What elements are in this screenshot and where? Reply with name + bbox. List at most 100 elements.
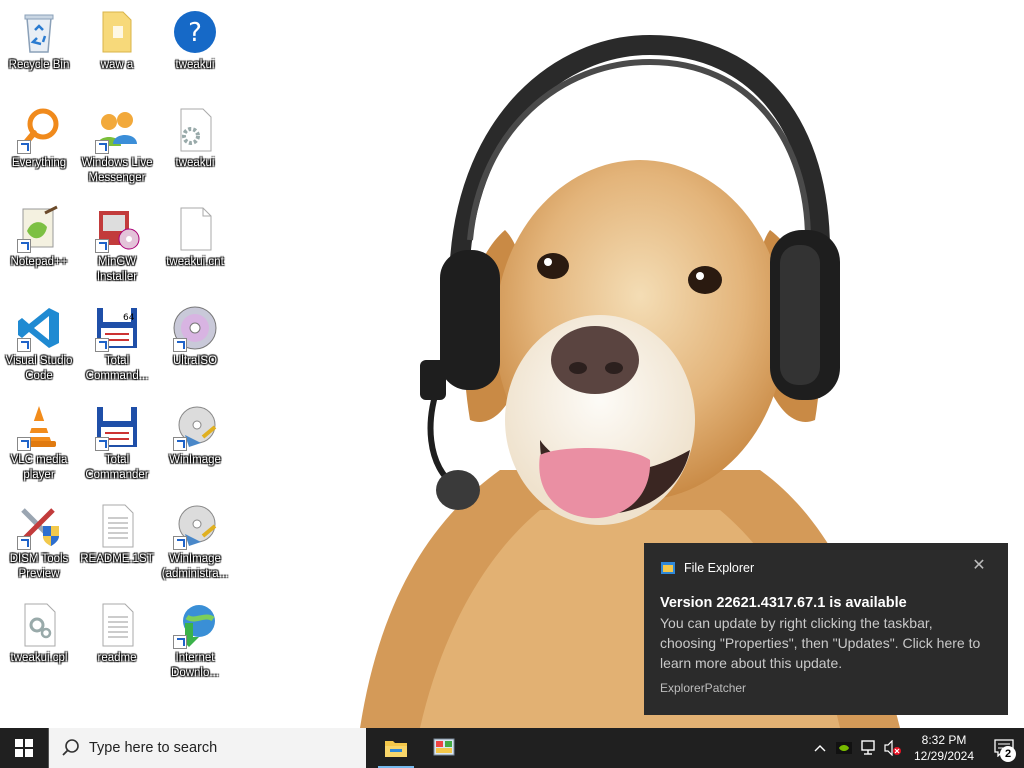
desktop-icon-readme[interactable]: readme: [78, 601, 156, 666]
icon-label: MinGW Installer: [96, 256, 138, 283]
winimage-disc-icon: [171, 502, 219, 550]
shortcut-arrow-icon: [173, 635, 187, 649]
action-center-button[interactable]: 2: [984, 728, 1024, 768]
icon-label: WinImage (administra...: [161, 553, 229, 580]
text-file-icon: [93, 601, 141, 649]
desktop: Recycle Bin Everything Notepad++ Visual …: [0, 0, 1024, 728]
messenger-icon: [93, 106, 141, 154]
file-explorer-icon: [661, 562, 675, 574]
desktop-icon-everything[interactable]: Everything: [0, 106, 78, 171]
start-button[interactable]: [0, 728, 48, 768]
icon-label: tweakui: [175, 59, 215, 71]
desktop-icon-total-commander[interactable]: Total Commander: [78, 403, 156, 483]
icon-label: Internet Downlo...: [171, 652, 219, 679]
icon-label: tweakui.cpl: [10, 652, 68, 664]
help-icon: ?: [171, 8, 219, 56]
volume-muted-icon[interactable]: [880, 728, 904, 768]
shortcut-arrow-icon: [17, 338, 31, 352]
desktop-icon-tweakui-settings[interactable]: tweakui: [156, 106, 234, 171]
toast-app-name: File Explorer: [684, 561, 755, 575]
toast-header: File Explorer: [660, 557, 992, 579]
desktop-icon-waw-a[interactable]: waw a: [78, 8, 156, 73]
desktop-icon-total-commander-64[interactable]: 64 Total Command...: [78, 304, 156, 384]
desktop-icon-notepad-plus-plus[interactable]: Notepad++: [0, 205, 78, 270]
toast-body: You can update by right clicking the tas…: [660, 615, 981, 671]
icon-label: Windows Live Messenger: [81, 157, 153, 184]
taskbar: Type here to search 8:32 PM 12/29/2024 2: [0, 728, 1024, 768]
toast-close-icon[interactable]: ✕: [972, 558, 986, 574]
tools-shield-icon: [15, 502, 63, 550]
desktop-icon-tweakui-cnt[interactable]: tweakui.cnt: [156, 205, 234, 270]
control-panel-file-icon: [15, 601, 63, 649]
idm-globe-icon: [171, 601, 219, 649]
svg-text:64: 64: [123, 313, 135, 323]
icon-label: Everything: [11, 157, 67, 169]
taskbar-app-file-explorer[interactable]: [372, 728, 420, 768]
icon-label: README.1ST: [80, 553, 154, 565]
total-commander-64-icon: 64: [93, 304, 141, 352]
icon-label: Total Command...: [85, 355, 149, 382]
shortcut-arrow-icon: [173, 437, 187, 451]
floppy-icon: [93, 403, 141, 451]
shortcut-arrow-icon: [17, 239, 31, 253]
system-tray: 8:32 PM 12/29/2024 2: [808, 728, 1024, 768]
desktop-icon-windows-live-messenger[interactable]: Windows Live Messenger: [78, 106, 156, 186]
desktop-icon-mingw-installer[interactable]: MinGW Installer: [78, 205, 156, 285]
clock-date: 12/29/2024: [913, 749, 975, 763]
search-icon: [62, 739, 79, 756]
icon-label: UltraISO: [172, 355, 218, 367]
taskbar-clock[interactable]: 8:32 PM 12/29/2024: [908, 732, 980, 764]
settings-file-icon: [171, 106, 219, 154]
windows-logo-icon: [15, 739, 33, 757]
folder-icon: [93, 8, 141, 56]
toast-attribution: ExplorerPatcher: [660, 681, 747, 695]
recycle-bin-icon: [15, 8, 63, 56]
desktop-icon-tweakui-cpl[interactable]: tweakui.cpl: [0, 601, 78, 666]
control-panel-icon: [433, 738, 455, 756]
nvidia-icon[interactable]: [832, 728, 856, 768]
desktop-icon-recycle-bin[interactable]: Recycle Bin: [0, 8, 78, 73]
everything-search-icon: [15, 106, 63, 154]
notepad-plus-plus-icon: [15, 205, 63, 253]
taskbar-search-box[interactable]: Type here to search: [48, 728, 366, 768]
shortcut-arrow-icon: [173, 338, 187, 352]
taskbar-app-control-panel[interactable]: [420, 728, 468, 768]
icon-label: waw a: [100, 59, 134, 71]
file-explorer-icon: [385, 741, 407, 757]
mingw-installer-icon: [93, 205, 141, 253]
disc-icon: [171, 304, 219, 352]
desktop-icon-visual-studio-code[interactable]: Visual Studio Code: [0, 304, 78, 384]
desktop-icon-tweakui-help[interactable]: ? tweakui: [156, 8, 234, 73]
notification-count-badge: 2: [1000, 746, 1016, 762]
desktop-icon-readme-1st[interactable]: README.1ST: [78, 502, 156, 567]
desktop-icon-internet-download-manager[interactable]: Internet Downlo...: [156, 601, 234, 681]
desktop-icon-winimage[interactable]: WinImage: [156, 403, 234, 468]
show-hidden-icons-chevron-up-icon[interactable]: [808, 728, 832, 768]
icon-label: Recycle Bin: [8, 59, 70, 71]
icon-label: WinImage: [169, 454, 221, 466]
vscode-icon: [15, 304, 63, 352]
desktop-icon-dism-tools[interactable]: DISM Tools Preview: [0, 502, 78, 582]
desktop-icon-vlc[interactable]: VLC media player: [0, 403, 78, 483]
update-toast-notification[interactable]: File Explorer ✕ Version 22621.4317.67.1 …: [644, 543, 1008, 715]
text-file-icon: [93, 502, 141, 550]
network-icon[interactable]: [856, 728, 880, 768]
shortcut-arrow-icon: [17, 437, 31, 451]
desktop-icon-winimage-admin[interactable]: WinImage (administra...: [156, 502, 234, 582]
icon-label: Visual Studio Code: [5, 355, 73, 382]
shortcut-arrow-icon: [17, 140, 31, 154]
shortcut-arrow-icon: [95, 140, 109, 154]
icon-label: tweakui.cnt: [166, 256, 224, 268]
shortcut-arrow-icon: [95, 338, 109, 352]
icon-label: Notepad++: [10, 256, 68, 268]
icon-label: tweakui: [175, 157, 215, 169]
toast-title: Version 22621.4317.67.1 is available: [660, 595, 907, 611]
svg-text:?: ?: [188, 18, 202, 48]
shortcut-arrow-icon: [173, 536, 187, 550]
clock-time: 8:32 PM: [921, 733, 967, 747]
shortcut-arrow-icon: [17, 536, 31, 550]
desktop-icon-ultraiso[interactable]: UltraISO: [156, 304, 234, 369]
vlc-cone-icon: [15, 403, 63, 451]
icon-label: readme: [97, 652, 137, 664]
winimage-disc-icon: [171, 403, 219, 451]
